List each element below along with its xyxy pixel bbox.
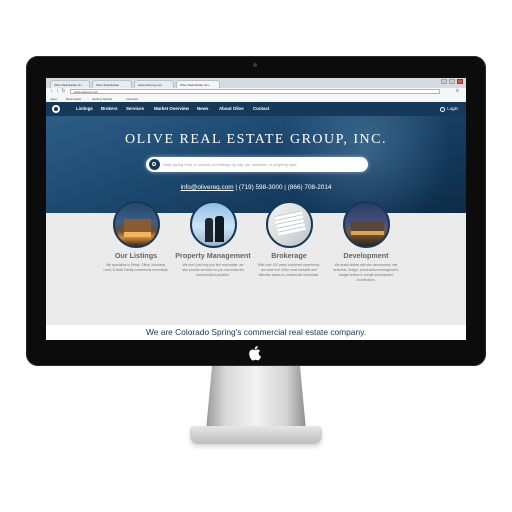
tab-label: Olive Real Estate — [96, 83, 120, 87]
apple-logo-icon — [249, 346, 261, 361]
nav-item-listings[interactable]: Listings — [76, 102, 93, 116]
bookmark-item[interactable]: Imported — [126, 97, 138, 101]
hero-title: OLIVE REAL ESTATE GROUP, INC. — [125, 132, 387, 147]
user-icon — [440, 106, 446, 112]
service-card-development[interactable]: Development We assist clients with site … — [321, 201, 411, 283]
email-link[interactable]: info@olivereg.com — [181, 184, 234, 191]
site-navbar: Listings Brokers Services Market Overvie… — [46, 102, 466, 116]
phone-tollfree[interactable]: (866) 708-2014 — [288, 184, 332, 191]
monitor-stand — [206, 366, 306, 430]
camera-dot — [253, 63, 257, 67]
search-input[interactable] — [163, 157, 363, 172]
browser-tab-active[interactable]: Olive Real Estate Gro... — [176, 80, 220, 88]
address-bar[interactable]: www.olivereg.com — [70, 89, 440, 94]
nav-item-about[interactable]: About Olive — [219, 102, 244, 116]
bookmark-item[interactable]: Apps — [50, 97, 57, 101]
search-bar[interactable] — [146, 157, 368, 172]
tab-label: www.olivereg.com — [138, 83, 163, 87]
bookmark-item[interactable]: Getting Started — [92, 97, 112, 101]
browser-menu-icon[interactable]: ≡ — [456, 89, 462, 94]
nav-item-news[interactable]: News — [197, 102, 208, 116]
window-controls — [441, 79, 463, 84]
search-icon[interactable] — [149, 159, 160, 170]
browser-tab[interactable]: Olive Real Estate Gr... — [50, 80, 90, 88]
tagline: We are Colorado Spring's commercial real… — [145, 327, 367, 337]
nav-item-brokers[interactable]: Brokers — [101, 102, 118, 116]
services-section: Our Listings We specialize in Retail, Of… — [46, 201, 466, 325]
maximize-button[interactable] — [449, 79, 455, 84]
nav-item-services[interactable]: Services — [126, 102, 144, 116]
forward-arrow-icon[interactable]: › — [55, 89, 60, 94]
login-label: Login — [447, 106, 458, 111]
contact-info: info@olivereg.com | (719) 598-3000 | (86… — [46, 184, 466, 191]
nav-item-market-overview[interactable]: Market Overview — [154, 102, 189, 116]
bookmark-item[interactable]: Bookmarks — [66, 97, 81, 101]
minimize-button[interactable] — [441, 79, 447, 84]
tab-label: Olive Real Estate Gro... — [180, 83, 212, 87]
browser-tab-strip: Olive Real Estate Gr... Olive Real Estat… — [46, 78, 466, 88]
browser-tab[interactable]: Olive Real Estate — [92, 80, 132, 88]
monitor-stand-base — [190, 426, 322, 444]
handshake-photo[interactable] — [189, 201, 237, 248]
reload-icon[interactable]: ↻ — [61, 89, 66, 94]
hero-section: OLIVE REAL ESTATE GROUP, INC. info@olive… — [46, 116, 466, 213]
back-arrow-icon[interactable]: ‹ — [49, 89, 54, 94]
tagline-bar: We are Colorado Spring's commercial real… — [46, 325, 466, 340]
nav-item-contact[interactable]: Contact — [253, 102, 269, 116]
service-description: We assist clients with site assessment, … — [333, 263, 399, 282]
phone-local[interactable]: (719) 598-3000 — [239, 184, 283, 191]
olive-logo-icon[interactable] — [52, 105, 60, 113]
listings-photo[interactable] — [112, 201, 160, 248]
login-link[interactable]: Login — [440, 102, 458, 116]
screen: Olive Real Estate Gr... Olive Real Estat… — [46, 78, 466, 340]
development-photo[interactable] — [342, 201, 390, 248]
service-title[interactable]: Development — [321, 251, 411, 260]
browser-tab[interactable]: www.olivereg.com — [134, 80, 174, 88]
documents-photo[interactable] — [265, 201, 313, 248]
close-window-button[interactable] — [457, 79, 463, 84]
tab-label: Olive Real Estate Gr... — [54, 83, 84, 87]
